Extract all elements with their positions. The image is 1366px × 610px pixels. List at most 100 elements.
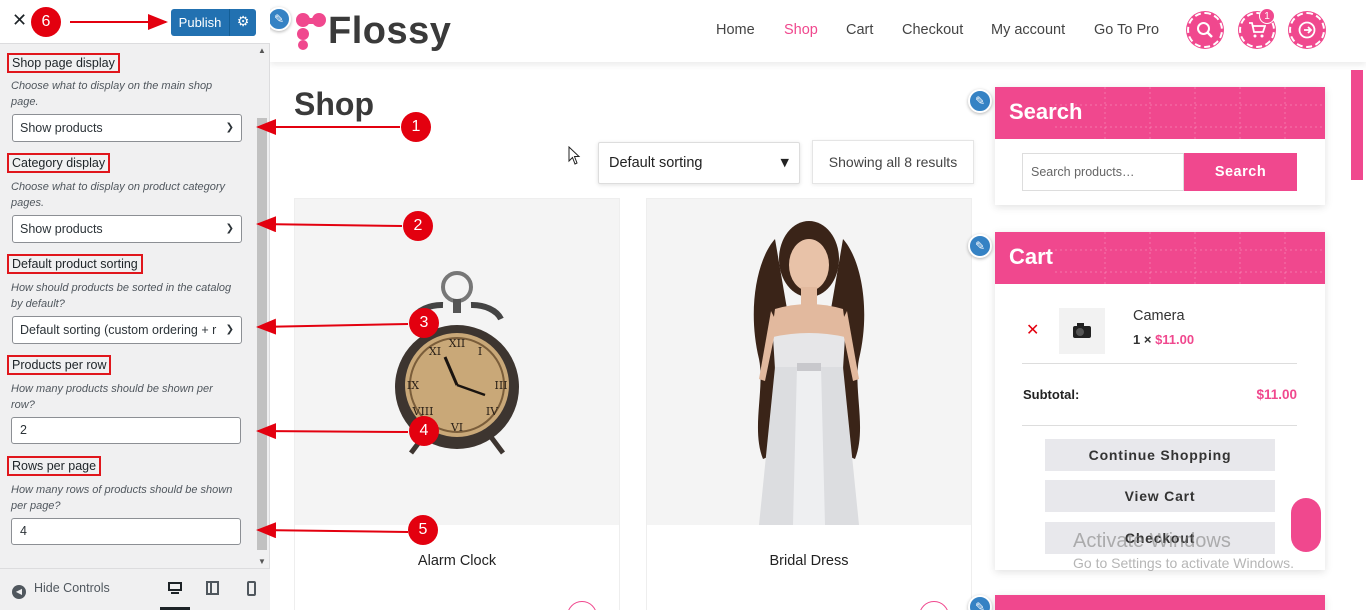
watermark-title: Activate Windows bbox=[1073, 530, 1231, 552]
rows-per-page-label: Rows per page bbox=[7, 456, 102, 476]
flossy-logo-icon[interactable] bbox=[294, 10, 328, 52]
svg-text:IV: IV bbox=[486, 405, 499, 418]
sidebar-scroll-thumb[interactable] bbox=[257, 118, 267, 550]
desktop-preview-icon[interactable] bbox=[167, 580, 183, 596]
search-icon[interactable] bbox=[1187, 12, 1223, 48]
nav-home[interactable]: Home bbox=[716, 22, 755, 38]
default-sorting-value: Default sorting (custom ordering + r bbox=[20, 323, 217, 337]
remove-item-icon[interactable]: ✕ bbox=[1026, 320, 1039, 339]
site-logo-text[interactable]: Flossy bbox=[328, 10, 451, 53]
sidebar-scrollbar[interactable]: ▲ ▼ bbox=[256, 44, 268, 568]
edit-pencil-icon[interactable]: ✎ bbox=[968, 89, 992, 113]
category-display-select[interactable]: Show products ❯ bbox=[12, 215, 242, 243]
rows-per-page-description: How many rows of products should be show… bbox=[11, 484, 233, 512]
annotation-marker-5: 5 bbox=[408, 515, 438, 545]
svg-text:XI: XI bbox=[429, 345, 441, 358]
subtotal-label: Subtotal: bbox=[1023, 387, 1080, 402]
publish-button[interactable]: Publish bbox=[171, 9, 229, 36]
default-sorting-label: Default product sorting bbox=[7, 254, 143, 274]
svg-text:VI: VI bbox=[450, 421, 463, 434]
sorting-select[interactable]: Default sorting ▼ bbox=[598, 142, 800, 184]
cart-count-badge: 1 bbox=[1259, 8, 1275, 24]
mouse-cursor-icon bbox=[568, 146, 581, 165]
product-name[interactable]: Bridal Dress bbox=[647, 553, 971, 569]
edit-pencil-icon[interactable]: ✎ bbox=[968, 595, 992, 610]
cart-item-name[interactable]: Camera bbox=[1133, 308, 1185, 324]
logout-icon[interactable] bbox=[1289, 12, 1325, 48]
nav-cart[interactable]: Cart bbox=[846, 22, 873, 38]
continue-shopping-button[interactable]: Continue Shopping bbox=[1045, 439, 1275, 471]
shop-page-display-select[interactable]: Show products ❯ bbox=[12, 114, 242, 142]
publish-settings-gear-icon[interactable]: ⚙ bbox=[229, 9, 256, 36]
shop-page-display-value: Show products bbox=[20, 121, 103, 135]
search-widget-title: Search bbox=[1009, 99, 1083, 124]
customizer-sidebar: ✕ Publish ⚙ Shop page display Choose wha… bbox=[0, 0, 270, 610]
tablet-preview-icon[interactable] bbox=[205, 580, 221, 596]
cart-item-qty-text: 1 × bbox=[1133, 332, 1152, 347]
hide-controls-button[interactable]: ◀ Hide Controls bbox=[12, 581, 110, 599]
annotation-marker-1: 1 bbox=[401, 112, 431, 142]
annotation-marker-2: 2 bbox=[403, 211, 433, 241]
cart-item-price: $11.00 bbox=[1155, 332, 1195, 347]
cart-widget: Cart ✕ Camera 1 × $11.00 Subtotal: $11.0… bbox=[995, 232, 1325, 570]
shop-page-display-description: Choose what to display on the main shop … bbox=[11, 80, 213, 108]
edit-pencil-icon[interactable]: ✎ bbox=[270, 7, 291, 31]
hide-controls-label: Hide Controls bbox=[34, 581, 110, 595]
svg-text:XII: XII bbox=[449, 337, 466, 350]
result-count: Showing all 8 results bbox=[812, 140, 974, 184]
search-button[interactable]: Search bbox=[1184, 153, 1297, 191]
site-preview: ✎ Flossy Home Shop Cart Checkout My acco… bbox=[270, 0, 1366, 610]
products-per-row-label: Products per row bbox=[7, 355, 112, 375]
cart-widget-header: Cart bbox=[995, 232, 1325, 284]
chevron-down-icon: ❯ bbox=[225, 122, 234, 133]
scroll-to-top-button[interactable] bbox=[1291, 498, 1321, 552]
close-icon[interactable]: ✕ bbox=[12, 10, 27, 31]
chevron-down-icon: ▼ bbox=[780, 156, 789, 169]
annotation-marker-3: 3 bbox=[409, 308, 439, 338]
svg-text:I: I bbox=[478, 345, 482, 358]
svg-text:III: III bbox=[494, 379, 507, 392]
customizer-footer: ◀ Hide Controls bbox=[0, 568, 270, 610]
page-scrollbar[interactable] bbox=[1351, 70, 1363, 180]
products-per-row-input[interactable]: 2 bbox=[11, 417, 241, 444]
widget bbox=[995, 595, 1325, 610]
site-header: ✎ Flossy Home Shop Cart Checkout My acco… bbox=[270, 0, 1366, 62]
chevron-down-icon: ❯ bbox=[225, 324, 234, 335]
shop-page-display-label: Shop page display bbox=[7, 53, 120, 73]
sorting-value: Default sorting bbox=[609, 155, 703, 171]
category-display-description: Choose what to display on product catego… bbox=[11, 181, 226, 209]
scroll-up-arrow-icon[interactable]: ▲ bbox=[256, 46, 268, 55]
view-cart-button[interactable]: View Cart bbox=[1045, 480, 1275, 512]
default-sorting-select[interactable]: Default sorting (custom ordering + r ❯ bbox=[12, 316, 242, 344]
product-card[interactable]: XII VI IX III XI I VIII IV Alarm Clock bbox=[294, 198, 620, 610]
search-widget: Search Search products… Search bbox=[995, 87, 1325, 205]
nav-checkout[interactable]: Checkout bbox=[902, 22, 963, 38]
svg-text:IX: IX bbox=[407, 379, 419, 392]
alarm-clock-image[interactable]: XII VI IX III XI I VIII IV bbox=[295, 199, 619, 525]
scroll-down-arrow-icon[interactable]: ▼ bbox=[256, 557, 268, 566]
search-widget-header: Search bbox=[995, 87, 1325, 139]
chevron-down-icon: ❯ bbox=[225, 223, 234, 234]
rows-per-page-input[interactable]: 4 bbox=[11, 518, 241, 545]
search-input[interactable]: Search products… bbox=[1022, 153, 1184, 191]
nav-go-to-pro[interactable]: Go To Pro bbox=[1094, 22, 1159, 38]
edit-pencil-icon[interactable]: ✎ bbox=[968, 234, 992, 258]
annotation-marker-6: 6 bbox=[31, 7, 61, 37]
cart-widget-title: Cart bbox=[1009, 244, 1054, 269]
mobile-preview-icon[interactable] bbox=[244, 580, 260, 596]
product-card[interactable]: Bridal Dress bbox=[646, 198, 972, 610]
default-sorting-description: How should products be sorted in the cat… bbox=[11, 282, 232, 310]
divider bbox=[1022, 425, 1297, 426]
bridal-dress-image[interactable] bbox=[647, 199, 971, 525]
add-to-cart-button[interactable] bbox=[567, 601, 597, 610]
products-per-row-description: How many products should be shown per ro… bbox=[11, 383, 213, 411]
annotation-marker-4: 4 bbox=[409, 416, 439, 446]
cart-item-quantity: 1 × $11.00 bbox=[1133, 332, 1194, 347]
camera-thumbnail-icon[interactable] bbox=[1059, 308, 1105, 354]
category-display-label: Category display bbox=[7, 153, 111, 173]
nav-shop[interactable]: Shop bbox=[784, 22, 818, 38]
add-to-cart-button[interactable] bbox=[919, 601, 949, 610]
divider bbox=[1022, 363, 1297, 364]
nav-my-account[interactable]: My account bbox=[991, 22, 1065, 38]
product-name[interactable]: Alarm Clock bbox=[295, 553, 619, 569]
